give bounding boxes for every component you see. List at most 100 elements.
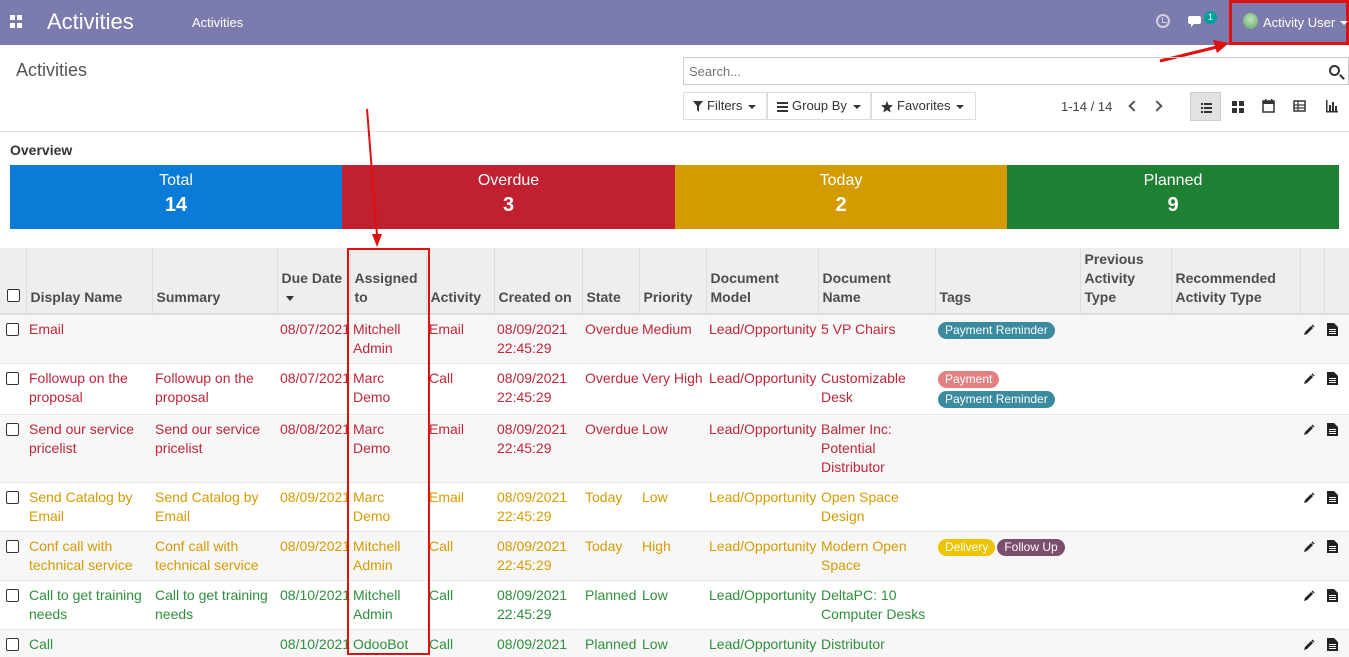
document-icon[interactable] [1327,638,1338,651]
row-checkbox[interactable] [6,638,19,651]
cell-recommended-activity-type[interactable] [1171,313,1300,364]
cell-activity[interactable]: Email [426,482,494,532]
cell-document-name[interactable]: 5 VP Chairs [818,313,935,364]
cell-summary[interactable]: Send our service pricelist [152,414,277,483]
cell-activity[interactable]: Call [426,363,494,415]
document-icon[interactable] [1327,540,1338,553]
cell-due-date[interactable]: 08/07/2021 [277,363,350,415]
cell-priority[interactable]: Low [639,482,706,532]
cell-summary[interactable] [152,313,277,364]
cell-activity[interactable]: Call [426,629,494,657]
cell-display-name[interactable]: Followup on the proposal [26,363,152,415]
pager-previous-icon[interactable] [1128,100,1140,112]
cell-document-name[interactable]: Modern Open Space [818,531,935,581]
cell-tags[interactable] [935,629,1080,657]
list-view-button[interactable] [1190,92,1221,121]
cell-recommended-activity-type[interactable] [1171,580,1300,630]
search-input[interactable] [684,58,1304,84]
cell-document-model[interactable]: Lead/Opportunity [706,414,818,483]
cell-assigned-to[interactable]: Marc Demo [350,482,426,532]
chevron-down-icon[interactable] [1340,21,1348,25]
table-row[interactable]: Conf call with technical service Conf cal… [0,531,1349,581]
tile-planned[interactable]: Planned 9 [1007,165,1339,229]
table-row[interactable]: Call to get training needs Call to get tr… [0,580,1349,630]
cell-tags[interactable] [935,482,1080,532]
cell-recommended-activity-type[interactable] [1171,482,1300,532]
cell-activity[interactable]: Call [426,531,494,581]
cell-summary[interactable]: Call to get training needs [152,580,277,630]
cell-activity[interactable]: Email [426,414,494,483]
cell-document-model[interactable]: Lead/Opportunity [706,629,818,657]
cell-state[interactable]: Overdue [582,313,639,364]
col-due-date[interactable]: Due Date [277,248,351,315]
cell-assigned-to[interactable]: Mitchell Admin [350,313,426,364]
cell-document-model[interactable]: Lead/Opportunity [706,363,818,415]
cell-tags[interactable] [935,580,1080,630]
document-icon[interactable] [1327,423,1338,436]
cell-document-name[interactable]: Open Space Design [818,482,935,532]
select-all-checkbox[interactable] [7,289,20,302]
pager-next-icon[interactable] [1151,100,1163,112]
cell-activity[interactable]: Call [426,580,494,630]
activity-clock-icon[interactable] [1156,14,1170,28]
cell-priority[interactable]: Low [639,414,706,483]
cell-created-on[interactable]: 08/09/2021 22:45:29 [494,414,582,483]
cell-previous-activity-type[interactable] [1080,531,1171,581]
col-summary[interactable]: Summary [152,248,278,315]
cell-created-on[interactable]: 08/09/2021 22:45:29 [494,482,582,532]
cell-tags[interactable]: Delivery Follow Up [935,531,1080,581]
cell-display-name[interactable]: Call to get training needs [26,580,152,630]
col-priority[interactable]: Priority [639,248,707,315]
user-avatar[interactable] [1243,13,1258,29]
pencil-icon[interactable] [1303,639,1315,651]
cell-display-name[interactable]: Conf call with technical service [26,531,152,581]
pager-value[interactable]: 1-14 / 14 [1061,99,1112,114]
apps-menu-icon[interactable] [10,15,23,28]
search-icon[interactable] [1329,65,1340,76]
cell-assigned-to[interactable]: Marc Demo [350,363,426,415]
cell-due-date[interactable]: 08/10/2021 [277,580,350,630]
col-previous-activity-type[interactable]: Previous Activity Type [1080,248,1172,315]
col-state[interactable]: State [582,248,640,315]
cell-assigned-to[interactable]: Marc Demo [350,414,426,483]
cell-previous-activity-type[interactable] [1080,414,1171,483]
cell-summary[interactable]: Send Catalog by Email [152,482,277,532]
table-row[interactable]: Email 08/07/2021 Mitchell Admin Email 08/09/… [0,313,1349,364]
document-icon[interactable] [1327,491,1338,504]
cell-created-on[interactable]: 08/09/2021 22:45:29 [494,363,582,415]
table-row[interactable]: Call08/10/2021OdooBotCall08/09/2021 22:4… [0,629,1349,657]
tile-today[interactable]: Today 2 [675,165,1007,229]
row-checkbox[interactable] [6,372,19,385]
cell-priority[interactable]: Low [639,629,706,657]
document-icon[interactable] [1327,372,1338,385]
cell-created-on[interactable]: 08/09/2021 22:45:29 [494,531,582,581]
cell-document-model[interactable]: Lead/Opportunity [706,580,818,630]
cell-previous-activity-type[interactable] [1080,580,1171,630]
cell-state[interactable]: Planned [582,580,639,630]
cell-document-model[interactable]: Lead/Opportunity [706,313,818,364]
pencil-icon[interactable] [1303,590,1315,602]
cell-created-on[interactable]: 08/09/2021 22:45:29 [494,629,582,657]
cell-document-name[interactable]: Customizable Desk [818,363,935,415]
pencil-icon[interactable] [1303,541,1315,553]
cell-due-date[interactable]: 08/09/2021 [277,531,350,581]
cell-previous-activity-type[interactable] [1080,363,1171,415]
cell-due-date[interactable]: 08/08/2021 [277,414,350,483]
col-tags[interactable]: Tags [935,248,1081,315]
cell-display-name[interactable]: Send our service pricelist [26,414,152,483]
chat-icon[interactable] [1188,15,1204,28]
cell-summary[interactable]: Conf call with technical service [152,531,277,581]
col-assigned-to[interactable]: Assigned to [350,248,427,315]
cell-previous-activity-type[interactable] [1080,313,1171,364]
pencil-icon[interactable] [1303,424,1315,436]
cell-assigned-to[interactable]: OdooBot [350,629,426,657]
cell-due-date[interactable]: 08/09/2021 [277,482,350,532]
col-document-model[interactable]: Document Model [706,248,819,315]
cell-created-on[interactable]: 08/09/2021 22:45:29 [494,313,582,364]
table-row[interactable]: Send our service pricelist Send our servi… [0,414,1349,483]
cell-display-name[interactable]: Call [26,629,152,657]
cell-document-name[interactable]: Distributor Contract [818,629,935,657]
pivot-view-button[interactable] [1284,92,1315,121]
cell-state[interactable]: Overdue [582,414,639,483]
cell-document-model[interactable]: Lead/Opportunity [706,531,818,581]
